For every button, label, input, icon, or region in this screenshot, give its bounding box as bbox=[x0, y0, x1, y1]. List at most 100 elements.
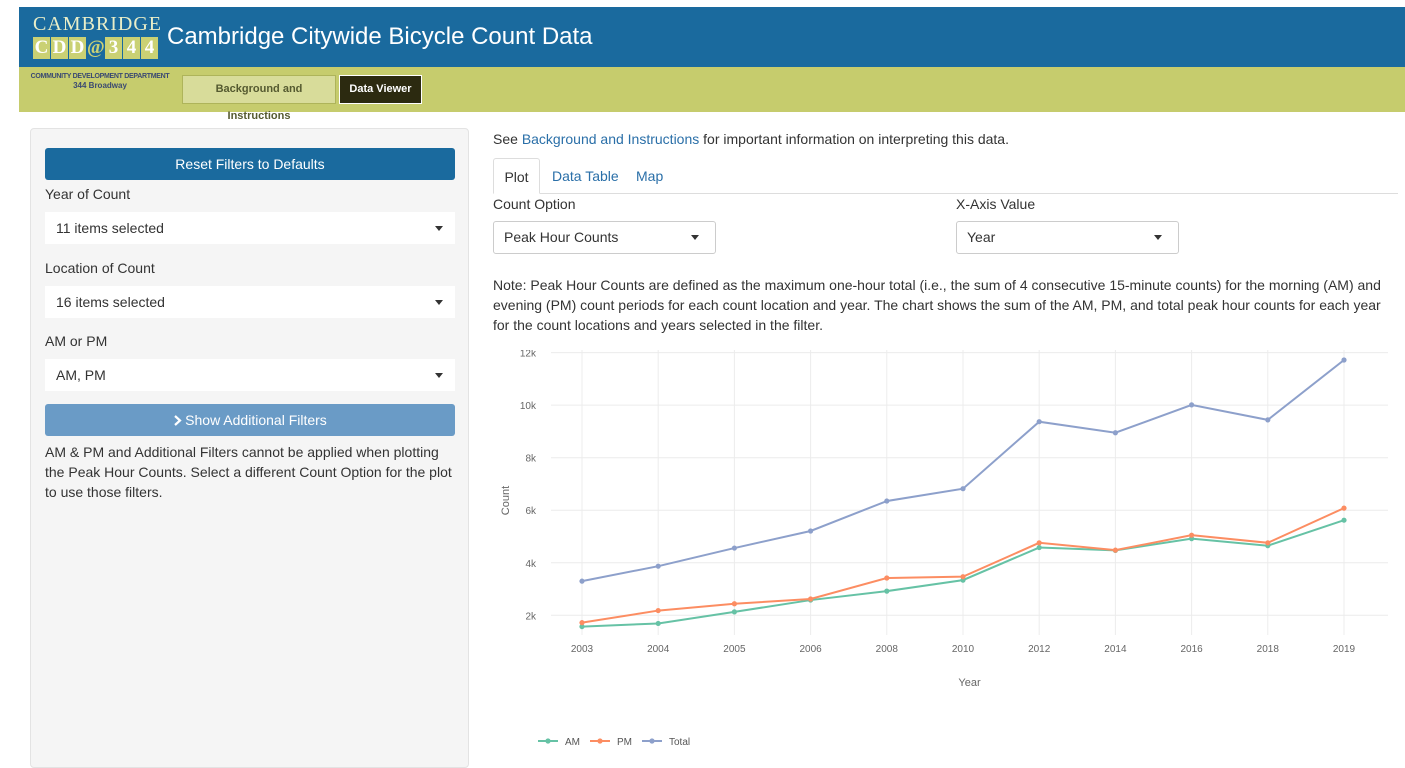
show-additional-filters-label: Show Additional Filters bbox=[185, 412, 327, 428]
series-am-point bbox=[1341, 517, 1347, 523]
am-or-pm-label: AM or PM bbox=[45, 333, 108, 349]
series-pm-point bbox=[1265, 540, 1271, 546]
series-total-point bbox=[579, 578, 585, 584]
series-total-point bbox=[731, 545, 737, 551]
y-tick-label: 8k bbox=[525, 454, 537, 465]
am-or-pm-select[interactable]: AM, PM bbox=[45, 359, 455, 391]
x-tick-label: 2006 bbox=[799, 644, 822, 655]
x-axis-value-label: X-Axis Value bbox=[956, 196, 1036, 212]
caret-down-icon bbox=[435, 300, 443, 305]
x-axis-title: Year bbox=[958, 677, 981, 689]
legend-swatch-point bbox=[545, 738, 551, 744]
caret-down-icon bbox=[1154, 235, 1162, 240]
intro-suffix: for important information on interpretin… bbox=[699, 131, 1009, 147]
series-pm-point bbox=[808, 596, 814, 602]
cdd-logo[interactable]: CAMBRIDGE C D D @ 3 4 4 bbox=[33, 13, 163, 62]
series-pm-point bbox=[1112, 547, 1118, 553]
series-total-point bbox=[884, 498, 890, 504]
series-am-point bbox=[1036, 544, 1042, 551]
series-pm-point bbox=[579, 620, 585, 626]
legend-swatch-point bbox=[649, 738, 655, 744]
series-total-point bbox=[1341, 357, 1347, 363]
series-total-point bbox=[1189, 402, 1195, 408]
count-option-label: Count Option bbox=[493, 196, 576, 212]
x-tick-label: 2003 bbox=[571, 644, 594, 655]
series-am-point bbox=[884, 588, 890, 594]
x-tick-label: 2016 bbox=[1180, 644, 1203, 655]
filter-note: AM & PM and Additional Filters cannot be… bbox=[45, 444, 452, 500]
caret-down-icon bbox=[435, 226, 443, 231]
y-axis-title: Count bbox=[500, 486, 512, 515]
legend-label: PM bbox=[617, 737, 632, 748]
peak-hour-note: Note: Peak Hour Counts are defined as th… bbox=[493, 277, 1381, 333]
location-of-count-value: 16 items selected bbox=[56, 294, 165, 310]
chart-svg: 2k 4k 6k 8k 10k 12k 2003 2004 2005 2006 2008 2010 20… bbox=[500, 349, 1388, 748]
view-tabs: Plot Data Table Map bbox=[493, 158, 1398, 194]
background-instructions-link[interactable]: Background and Instructions bbox=[522, 131, 699, 147]
legend-swatch-point bbox=[597, 738, 603, 744]
series-pm-point bbox=[1036, 540, 1042, 546]
x-tick-label: 2005 bbox=[723, 644, 746, 655]
x-tick-label: 2012 bbox=[1028, 644, 1051, 655]
count-option-select[interactable]: Peak Hour Counts bbox=[493, 221, 716, 254]
logo-letter: D bbox=[51, 37, 68, 59]
caret-down-icon bbox=[435, 373, 443, 378]
tab-data-table[interactable]: Data Table bbox=[552, 158, 619, 194]
location-of-count-select[interactable]: 16 items selected bbox=[45, 286, 455, 318]
logo-top-text: CAMBRIDGE bbox=[33, 13, 163, 35]
year-of-count-value: 11 items selected bbox=[56, 220, 164, 236]
caret-down-icon bbox=[691, 235, 699, 240]
series-total-point bbox=[1036, 419, 1042, 425]
tab-map[interactable]: Map bbox=[636, 158, 663, 194]
year-of-count-label: Year of Count bbox=[45, 186, 131, 202]
logo-letter: @ bbox=[87, 37, 105, 59]
tab-plot[interactable]: Plot bbox=[493, 158, 540, 194]
series-pm-point bbox=[884, 575, 890, 581]
nav-tab-background[interactable]: Background and Instructions bbox=[182, 75, 336, 122]
year-of-count-select[interactable]: 11 items selected bbox=[45, 212, 455, 244]
show-additional-filters-button[interactable]: Show Additional Filters bbox=[45, 404, 455, 436]
x-tick-label: 2010 bbox=[952, 644, 975, 655]
y-tick-label: 2k bbox=[525, 611, 537, 622]
x-axis-value: Year bbox=[967, 229, 996, 245]
legend-label: AM bbox=[565, 737, 580, 748]
x-tick-label: 2019 bbox=[1333, 644, 1356, 655]
series-pm-point bbox=[655, 607, 661, 614]
filter-sidebar: Reset Filters to Defaults Year of Count … bbox=[30, 128, 469, 768]
y-tick-label: 12k bbox=[520, 350, 537, 360]
series-pm-point bbox=[1341, 505, 1347, 511]
series-total-point bbox=[1112, 430, 1118, 436]
count-option-value: Peak Hour Counts bbox=[504, 229, 619, 245]
chevron-right-icon bbox=[174, 415, 182, 426]
y-tick-label: 10k bbox=[520, 401, 537, 412]
logo-letters: C D D @ 3 4 4 bbox=[33, 37, 159, 59]
y-tick-label: 6k bbox=[525, 506, 537, 517]
x-tick-label: 2014 bbox=[1104, 644, 1127, 655]
sub-navigation: COMMUNITY DEVELOPMENT DEPARTMENT 344 Bro… bbox=[19, 67, 1405, 122]
series-am-point bbox=[731, 609, 737, 615]
logo-letter: C bbox=[33, 37, 50, 59]
series-am-point bbox=[655, 620, 661, 627]
y-tick-label: 4k bbox=[525, 559, 537, 570]
x-axis-value-select[interactable]: Year bbox=[956, 221, 1179, 254]
legend-item-total: Total bbox=[642, 737, 690, 748]
series-total-point bbox=[808, 528, 814, 534]
location-of-count-label: Location of Count bbox=[45, 260, 155, 276]
app-header: CAMBRIDGE C D D @ 3 4 4 Cambridge Citywi… bbox=[19, 7, 1405, 67]
series-pm-point bbox=[731, 601, 737, 607]
department-label[interactable]: COMMUNITY DEVELOPMENT DEPARTMENT 344 Bro… bbox=[30, 72, 170, 90]
logo-letter: 4 bbox=[141, 37, 158, 59]
x-tick-label: 2008 bbox=[876, 644, 899, 655]
department-name: COMMUNITY DEVELOPMENT DEPARTMENT bbox=[30, 73, 170, 80]
intro-text: See Background and Instructions for impo… bbox=[493, 131, 1009, 147]
reset-filters-button[interactable]: Reset Filters to Defaults bbox=[45, 148, 455, 180]
series-total-point bbox=[655, 563, 661, 569]
series-pm-point bbox=[960, 574, 966, 580]
logo-letter: 3 bbox=[105, 37, 122, 59]
series-total-point bbox=[960, 486, 966, 492]
nav-tab-data-viewer[interactable]: Data Viewer bbox=[339, 75, 422, 104]
legend-label: Total bbox=[669, 737, 690, 748]
x-tick-label: 2018 bbox=[1257, 644, 1280, 655]
x-tick-label: 2004 bbox=[647, 644, 670, 655]
app-title: Cambridge Citywide Bicycle Count Data bbox=[167, 23, 593, 50]
